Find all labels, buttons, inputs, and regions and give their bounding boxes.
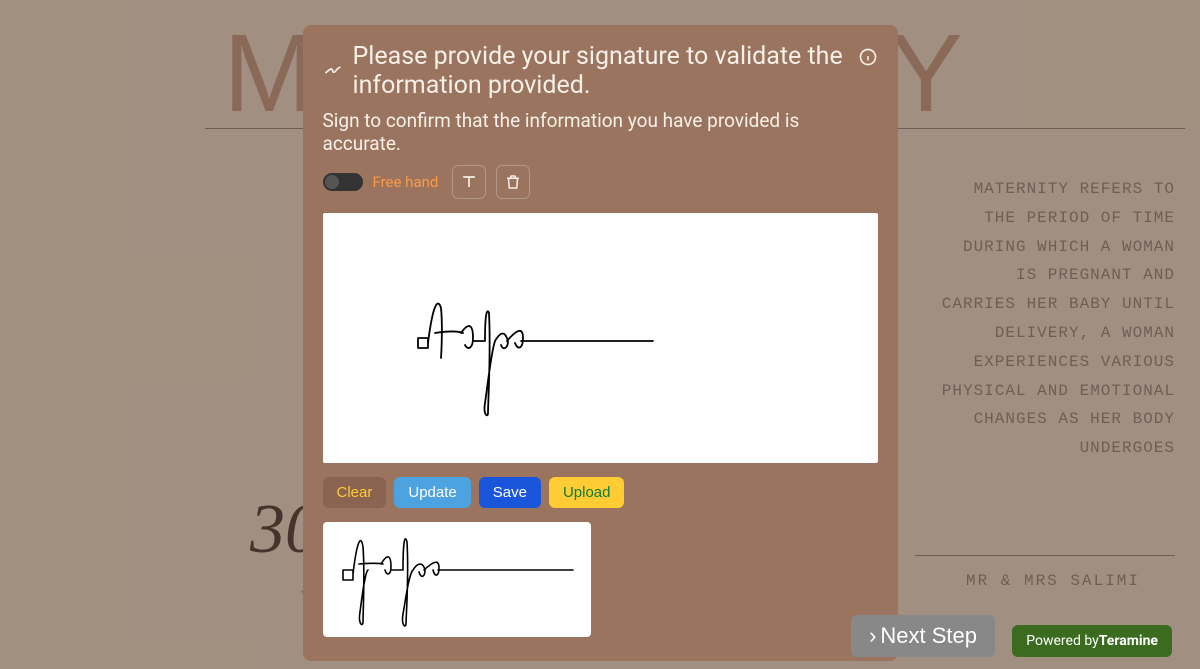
- signature-preview: [323, 522, 591, 637]
- upload-button[interactable]: Upload: [549, 477, 625, 508]
- signature-icon: [323, 59, 343, 83]
- next-step-label: Next Step: [880, 623, 977, 649]
- modal-title: Please provide your signature to validat…: [353, 43, 848, 101]
- controls-row: Free hand: [323, 165, 878, 199]
- signature-drawing: [323, 213, 878, 463]
- freehand-toggle[interactable]: [323, 173, 363, 191]
- chevron-right-icon: ›: [869, 623, 876, 649]
- toggle-knob: [325, 175, 339, 189]
- update-button[interactable]: Update: [394, 477, 470, 508]
- next-step-button[interactable]: › Next Step: [851, 615, 995, 657]
- delete-button[interactable]: [496, 165, 530, 199]
- text-mode-button[interactable]: [452, 165, 486, 199]
- powered-prefix: Powered by: [1026, 633, 1099, 649]
- action-row: Clear Update Save Upload: [323, 477, 878, 508]
- freehand-label: Free hand: [373, 173, 439, 191]
- signature-preview-drawing: [323, 522, 591, 637]
- modal-overlay: Please provide your signature to validat…: [0, 0, 1200, 669]
- modal-subtitle: Sign to confirm that the information you…: [323, 109, 878, 155]
- powered-by-badge[interactable]: Powered byTeramine: [1012, 625, 1172, 657]
- clear-button[interactable]: Clear: [323, 477, 387, 508]
- save-button[interactable]: Save: [479, 477, 541, 508]
- signature-canvas[interactable]: [323, 213, 878, 463]
- signature-modal: Please provide your signature to validat…: [303, 25, 898, 661]
- info-icon[interactable]: [858, 47, 878, 71]
- modal-header: Please provide your signature to validat…: [323, 43, 878, 101]
- powered-brand: Teramine: [1099, 633, 1158, 649]
